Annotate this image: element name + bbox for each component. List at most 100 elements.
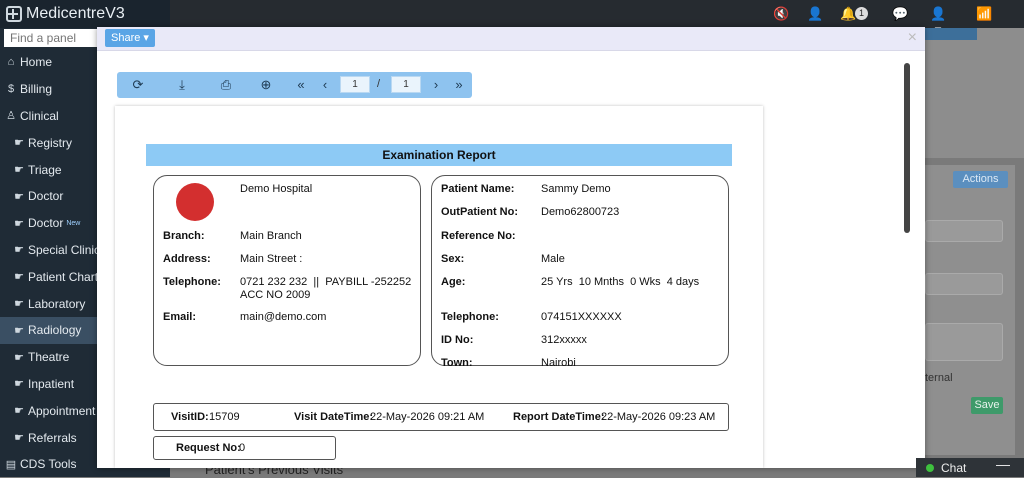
hospital-name: Demo Hospital — [240, 183, 313, 195]
patient-name-value: Sammy Demo — [541, 183, 611, 195]
sidebar-item-label: Appointment — [28, 403, 96, 418]
app-title: MedicentreV3 — [26, 5, 125, 22]
refresh-icon[interactable]: ⟳ — [128, 75, 148, 95]
email-label: Email: — [163, 311, 197, 323]
sidebar-item-label: CDS Tools — [20, 457, 77, 472]
hand-point-icon: ☛ — [14, 137, 24, 150]
download-icon[interactable]: ⤓ — [172, 75, 192, 95]
viewer-scrollbar[interactable] — [904, 63, 910, 233]
outpatient-label: OutPatient No: — [441, 206, 518, 218]
patient-telephone-label: Telephone: — [441, 311, 499, 323]
minimize-icon[interactable]: — — [996, 456, 1010, 472]
report-modal: Share ▾ × ⟳ ⤓ ⎙ ⊕ « ‹ 1 / 1 › » Examinat… — [97, 27, 925, 468]
report-page: Examination Report Demo Hospital Branch:… — [115, 106, 763, 468]
modal-header: Share ▾ × — [97, 27, 925, 51]
report-title: Examination Report — [146, 144, 732, 166]
hand-point-icon: ☛ — [14, 432, 24, 445]
dollar-icon: $ — [7, 83, 15, 96]
hand-point-icon: ☛ — [14, 271, 24, 284]
zoom-in-icon[interactable]: ⊕ — [256, 75, 276, 95]
visitid-label: VisitID: — [171, 411, 209, 423]
page-separator: / — [377, 78, 381, 90]
prev-page-icon[interactable]: ‹ — [315, 75, 335, 95]
mute-icon[interactable]: 🔇 — [773, 6, 789, 22]
hand-point-icon: ☛ — [14, 244, 24, 257]
hand-point-icon: ☛ — [14, 298, 24, 311]
backdrop-field-1[interactable] — [925, 220, 1003, 242]
sidebar-item-label: Registry — [28, 135, 73, 150]
hospital-card: Demo Hospital Branch: Main Branch Addres… — [153, 175, 421, 366]
next-page-icon[interactable]: › — [426, 75, 446, 95]
report-datetime-label: Report DateTime: — [513, 411, 605, 423]
sidebar-item-label: Triage — [28, 162, 62, 177]
print-icon[interactable]: ⎙ — [216, 75, 236, 95]
branch-value: Main Branch — [240, 230, 302, 242]
current-page-input[interactable]: 1 — [340, 76, 370, 93]
sidebar-item-label: Home — [20, 55, 53, 70]
user-badge-icon[interactable]: 👤 — [807, 6, 823, 22]
online-status-icon — [926, 464, 934, 472]
hospital-account-value: ACC NO 2009 — [240, 289, 311, 301]
backdrop-panel-top — [925, 28, 1024, 158]
share-label: Share — [111, 32, 141, 44]
sidebar-item-label: Special Clinic — [28, 242, 101, 257]
last-page-icon[interactable]: » — [449, 75, 469, 95]
pdf-toolbar: ⟳ ⤓ ⎙ ⊕ « ‹ 1 / 1 › » — [117, 72, 472, 98]
email-value: main@demo.com — [240, 311, 327, 323]
chat-bubble-icon[interactable]: 💬 — [892, 6, 908, 22]
sidebar-item-label: Referrals — [28, 430, 77, 445]
patient-card: Patient Name: Sammy Demo OutPatient No: … — [431, 175, 729, 369]
close-icon[interactable]: × — [908, 29, 917, 47]
town-label: Town: — [441, 357, 473, 369]
report-datetime-value: 22-May-2026 09:23 AM — [601, 411, 716, 423]
request-value: 0 — [239, 442, 246, 454]
age-label: Age: — [441, 276, 466, 288]
user-icon: ♙ — [6, 110, 16, 123]
patient-telephone-value: 074151XXXXXX — [541, 311, 622, 323]
new-tag: New — [66, 219, 81, 227]
sidebar-item-label: Doctor — [28, 216, 64, 231]
hand-point-icon: ☛ — [14, 405, 24, 418]
hand-point-icon: ☛ — [14, 351, 24, 364]
first-page-icon[interactable]: « — [291, 75, 311, 95]
sidebar-item-label: Radiology — [28, 323, 82, 338]
share-button[interactable]: Share ▾ — [105, 29, 155, 47]
sidebar-item-label: Theatre — [28, 350, 70, 365]
sidebar-item-label: Inpatient — [28, 376, 75, 391]
hand-point-icon: ☛ — [14, 378, 24, 391]
hospital-telephone-value: 0721 232 232 || PAYBILL -252252 — [240, 276, 412, 288]
request-box: Request No: 0 — [153, 436, 336, 460]
wifi-icon: 📶 — [976, 6, 993, 21]
user-menu-icon[interactable]: 👤▾ — [930, 6, 946, 37]
home-icon: ⌂ — [7, 56, 15, 69]
reference-label: Reference No: — [441, 230, 516, 242]
sex-value: Male — [541, 253, 565, 265]
backdrop-textarea[interactable] — [925, 323, 1003, 361]
sex-label: Sex: — [441, 253, 465, 265]
save-button[interactable]: Save — [971, 397, 1003, 414]
bell-icon[interactable]: 🔔 — [840, 6, 856, 22]
hand-point-icon: ☛ — [14, 164, 24, 177]
visitid-value: 15709 — [209, 411, 240, 423]
medical-cross-icon — [6, 6, 22, 22]
branch-label: Branch: — [163, 230, 205, 242]
notification-count: 1 — [855, 7, 868, 20]
chat-widget[interactable]: Chat — — [916, 456, 1024, 477]
backdrop-date-field[interactable] — [925, 273, 1003, 295]
age-value: 25 Yrs 10 Mnths 0 Wks 4 days — [541, 276, 700, 288]
sidebar-item-label: Billing — [20, 82, 53, 97]
external-label: ternal — [925, 372, 953, 384]
request-label: Request No: — [176, 442, 241, 454]
hospital-telephone-label: Telephone: — [163, 276, 221, 288]
town-value: Nairobi — [541, 357, 576, 369]
visit-datetime-label: Visit DateTime: — [294, 411, 374, 423]
outpatient-value: Demo62800723 — [541, 206, 620, 218]
actions-button[interactable]: Actions — [953, 171, 1008, 188]
sidebar-item-label: Laboratory — [28, 296, 86, 311]
pdf-viewer: ⟳ ⤓ ⎙ ⊕ « ‹ 1 / 1 › » Examination Report… — [97, 51, 925, 468]
id-label: ID No: — [441, 334, 474, 346]
patient-name-label: Patient Name: — [441, 183, 515, 195]
app-brand[interactable]: MedicentreV3 — [0, 0, 170, 28]
hand-point-icon: ☛ — [14, 324, 24, 337]
address-value: Main Street : — [240, 253, 303, 265]
